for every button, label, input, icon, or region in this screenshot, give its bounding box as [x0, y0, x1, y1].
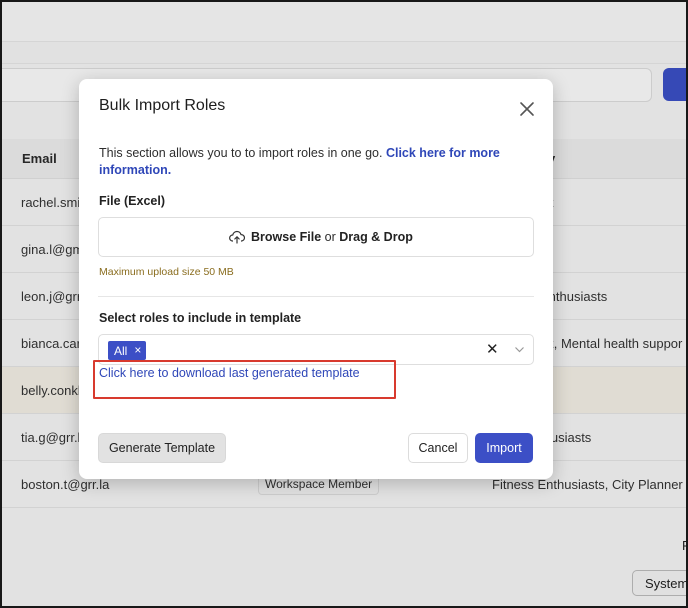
file-label: File (Excel)	[99, 194, 165, 208]
generate-template-button[interactable]: Generate Template	[98, 433, 226, 463]
roles-label: Select roles to include in template	[99, 311, 302, 325]
close-icon	[520, 102, 534, 116]
clear-selection-icon[interactable]: ✕	[486, 342, 499, 357]
chevron-down-icon[interactable]	[514, 344, 525, 355]
browse-file-text: Browse File	[251, 230, 322, 244]
dropzone-or: or	[321, 230, 340, 244]
dialog-title: Bulk Import Roles	[99, 97, 226, 114]
annotation-highlight-box	[93, 360, 396, 399]
cloud-upload-icon	[229, 230, 245, 244]
drag-drop-text: Drag & Drop	[339, 230, 413, 244]
file-dropzone[interactable]: Browse File or Drag & Drop	[98, 217, 534, 257]
divider	[98, 296, 534, 297]
cancel-button[interactable]: Cancel	[408, 433, 468, 463]
role-chip-all: All ×	[108, 341, 147, 360]
chip-remove-icon[interactable]: ×	[134, 344, 141, 360]
chip-label: All	[114, 344, 128, 358]
import-button[interactable]: Import	[475, 433, 533, 463]
upload-size-hint: Maximum upload size 50 MB	[99, 266, 234, 278]
intro-text: This section allows you to to import rol…	[99, 145, 519, 179]
close-button[interactable]	[517, 99, 537, 119]
intro-description: This section allows you to to import rol…	[99, 146, 386, 160]
bulk-import-dialog: Bulk Import Roles This section allows yo…	[79, 79, 553, 479]
